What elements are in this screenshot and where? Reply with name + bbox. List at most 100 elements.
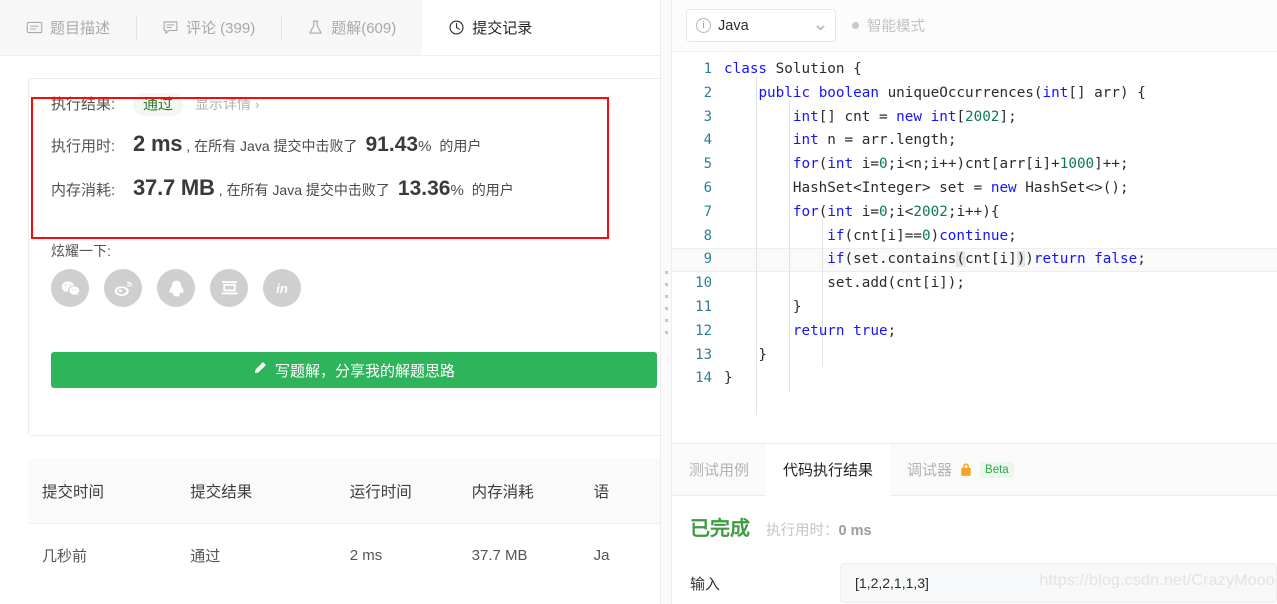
douban-icon	[219, 278, 240, 299]
code-line[interactable]: 11 }	[672, 296, 1277, 320]
write-solution-label: 写题解，分享我的解题思路	[274, 362, 455, 380]
line-number: 10	[695, 275, 712, 292]
memory-percent-symbol: %	[450, 182, 464, 199]
line-number: 3	[703, 108, 712, 125]
lock-icon	[959, 462, 973, 477]
beta-badge: Beta	[980, 461, 1014, 478]
show-detail-link[interactable]: 显示详情 ›	[195, 94, 260, 114]
line-number: 2	[703, 84, 712, 101]
line-content: return true;	[792, 322, 897, 339]
grip-dot	[664, 282, 668, 286]
console-tab-bar: 测试用例 代码执行结果 调试器 Beta	[672, 444, 1277, 496]
memory-row: 内存消耗: 37.7 MB , 在所有 Java 提交中击败了 13.36% 的…	[51, 175, 514, 201]
runtime-row: 执行用时: 2 ms , 在所有 Java 提交中击败了 91.43% 的用户	[51, 131, 481, 157]
result-status-row: 执行结果: 通过 显示详情 ›	[51, 93, 260, 117]
code-line[interactable]: 1 class Solution {	[672, 58, 1277, 82]
tab-solutions[interactable]: 题解(609)	[281, 0, 422, 55]
line-number: 11	[695, 298, 712, 315]
grip-dot	[664, 318, 668, 322]
runtime-percentile: 91.43	[365, 133, 419, 156]
line-number: 6	[703, 179, 712, 196]
tab-description[interactable]: 题目描述	[0, 0, 136, 55]
tab-submissions-label: 提交记录	[472, 20, 533, 37]
smart-mode-toggle[interactable]: 智能模式	[852, 15, 925, 36]
memory-value: 37.7 MB	[133, 175, 215, 200]
chevron-down-icon	[815, 20, 826, 31]
tab-execution-result-label: 代码执行结果	[783, 462, 874, 479]
status-badge: 通过	[133, 93, 184, 117]
grip-dot	[664, 294, 668, 298]
smart-mode-label: 智能模式	[867, 19, 925, 35]
col-header-language: 语	[593, 483, 610, 501]
line-content: int[] cnt = new int[2002];	[792, 108, 1017, 125]
line-number: 4	[703, 132, 712, 149]
write-solution-button[interactable]: 写题解，分享我的解题思路	[51, 352, 657, 388]
tab-debugger[interactable]: 调试器 Beta	[890, 444, 1031, 495]
cell-result[interactable]: 通过	[190, 545, 349, 566]
line-number: 7	[703, 203, 712, 220]
input-value-box[interactable]: [1,2,2,1,1,3]	[840, 563, 1277, 603]
clock-icon	[448, 19, 465, 36]
line-number: 5	[703, 156, 712, 173]
execution-runtime: 执行用时：0 ms	[766, 519, 872, 540]
code-line[interactable]: 10 set.add(cnt[i]);	[672, 272, 1277, 296]
submission-result-card: 执行结果: 通过 显示详情 › 执行用时: 2 ms , 在所有 Java 提交…	[28, 78, 660, 436]
share-buttons: in	[51, 269, 301, 307]
line-number: 8	[703, 227, 712, 244]
code-lines-container: 1 class Solution {2 public boolean unique…	[672, 58, 1277, 391]
console-panel: 测试用例 代码执行结果 调试器 Beta 已完成 执行用时：0 ms 输入 [1…	[672, 444, 1277, 604]
code-line[interactable]: 14}	[672, 367, 1277, 391]
tab-execution-result[interactable]: 代码执行结果	[766, 444, 891, 496]
tab-testcases[interactable]: 测试用例	[672, 444, 766, 495]
tab-solutions-label: 题解(609)	[331, 20, 397, 37]
grip-dot	[664, 330, 668, 334]
code-line[interactable]: 5 for(int i=0;i<n;i++)cnt[arr[i]+1000]++…	[672, 153, 1277, 177]
share-weibo-button[interactable]	[104, 269, 142, 307]
code-editor[interactable]: 1 class Solution {2 public boolean unique…	[672, 52, 1277, 444]
share-wechat-button[interactable]	[51, 269, 89, 307]
share-linkedin-button[interactable]: in	[263, 269, 301, 307]
tab-comments[interactable]: 评论 (399)	[136, 0, 281, 55]
code-line[interactable]: 4 int n = arr.length;	[672, 129, 1277, 153]
share-douban-button[interactable]	[210, 269, 248, 307]
share-qq-button[interactable]	[157, 269, 195, 307]
tab-submissions[interactable]: 提交记录	[422, 0, 559, 55]
panel-resize-handle[interactable]	[660, 0, 672, 604]
execution-status-row: 已完成 执行用时：0 ms	[690, 512, 1277, 541]
line-content: }	[724, 370, 733, 387]
line-content: }	[724, 298, 802, 315]
code-line[interactable]: 7 for(int i=0;i<2002;i++){	[672, 201, 1277, 225]
memory-tail-text: 的用户	[471, 182, 514, 198]
line-content: set.add(cnt[i]);	[724, 275, 966, 292]
code-line[interactable]: 12 return true;	[672, 320, 1277, 344]
cell-language: Ja	[593, 546, 610, 564]
table-row[interactable]: 几秒前 通过 2 ms 37.7 MB Ja	[28, 524, 660, 586]
grip-dot	[664, 270, 668, 274]
table-header-row: 提交时间 提交结果 运行时间 内存消耗 语	[28, 458, 660, 524]
language-value: Java	[718, 17, 749, 34]
runtime-middle-text: , 在所有 Java 提交中击败了	[186, 138, 358, 154]
code-line[interactable]: 9 if(set.contains(cnt[i]))return false;	[672, 248, 1277, 273]
execution-status: 已完成	[690, 518, 750, 540]
leetcode-submission-page: 题目描述 评论 (399) 题解(609) 提交记录 执行结果: 通过 显示详情…	[0, 0, 1277, 604]
line-content: for(int i=0;i<2002;i++){	[792, 203, 1000, 220]
language-select[interactable]: i Java	[686, 9, 836, 42]
wechat-icon	[60, 278, 81, 299]
status-dot-icon	[852, 22, 859, 29]
code-line[interactable]: 8 if(cnt[i]==0)continue;	[672, 225, 1277, 249]
memory-percentile: 13.36	[397, 177, 451, 200]
editor-toolbar: i Java 智能模式	[672, 0, 1277, 52]
left-problem-panel: 题目描述 评论 (399) 题解(609) 提交记录 执行结果: 通过 显示详情…	[0, 0, 660, 604]
code-line[interactable]: 3 int[] cnt = new int[2002];	[672, 106, 1277, 130]
right-editor-panel: i Java 智能模式 1 class Solution {2 public bo…	[672, 0, 1277, 604]
line-content: if(set.contains(cnt[i]))return false;	[827, 251, 1146, 268]
input-label: 输入	[690, 575, 721, 593]
code-line[interactable]: 6 HashSet<Integer> set = new HashSet<>()…	[672, 177, 1277, 201]
input-row: 输入 [1,2,2,1,1,3]	[690, 563, 1277, 603]
qq-icon	[166, 278, 187, 299]
pencil-icon	[253, 361, 267, 379]
code-line[interactable]: 2 public boolean uniqueOccurrences(int[]…	[672, 82, 1277, 106]
code-line[interactable]: 13 }	[672, 344, 1277, 368]
col-header-runtime: 运行时间	[349, 483, 412, 501]
problem-tab-bar: 题目描述 评论 (399) 题解(609) 提交记录	[0, 0, 660, 56]
